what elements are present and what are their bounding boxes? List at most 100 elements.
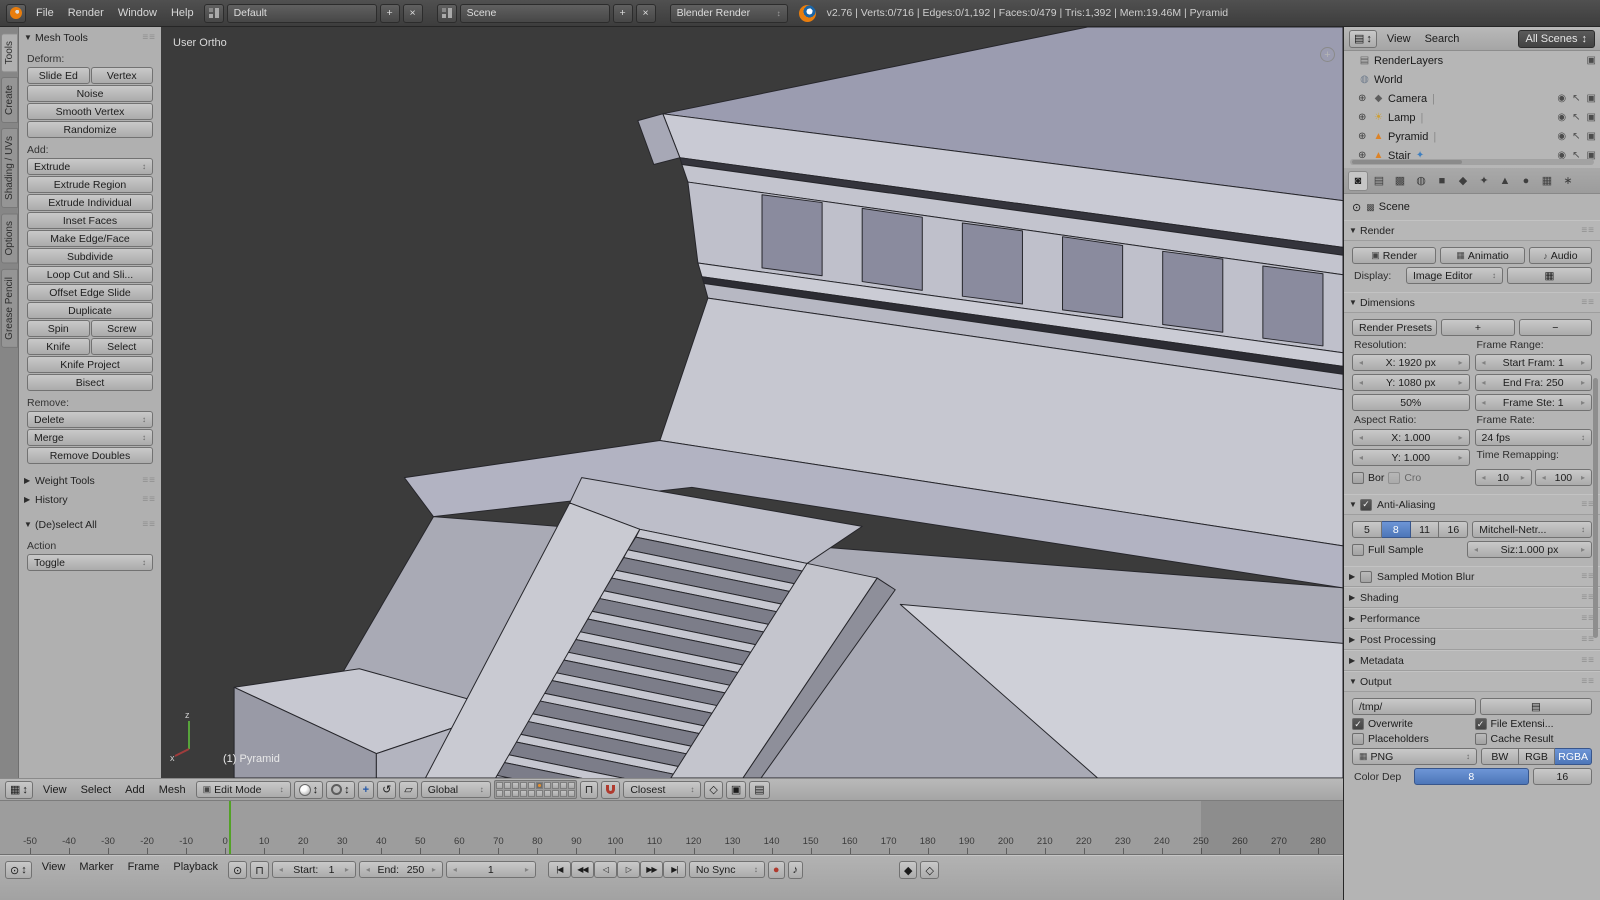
aa-size-field[interactable]: Siz:1.000 px	[1467, 541, 1592, 558]
outliner-menu-item[interactable]: View	[1380, 33, 1418, 45]
pin-icon[interactable]: ⊙	[1352, 201, 1361, 214]
render-button[interactable]: ▣ Render	[1352, 247, 1436, 264]
timeline-menu-item[interactable]: View	[35, 861, 73, 873]
add-scene-button[interactable]: +	[613, 4, 633, 23]
viewport-menu-item[interactable]: Select	[74, 784, 119, 796]
add-screen-layout-button[interactable]: +	[380, 4, 400, 23]
deselect-all-panel-header[interactable]: ▼ (De)select All ≡≡	[19, 515, 161, 534]
weight-tools-panel-header[interactable]: ▶ Weight Tools ≡≡	[19, 471, 161, 490]
render-animation-button[interactable]: ▦ Animatio	[1440, 247, 1524, 264]
topbar-menu-item[interactable]: Window	[111, 7, 164, 19]
playback-button[interactable]: ◁	[594, 861, 617, 878]
snap-element-select[interactable]: Closest ↕	[623, 781, 701, 798]
tab-render-layers[interactable]: ▤	[1369, 171, 1389, 191]
topbar-menu-item[interactable]: File	[29, 7, 61, 19]
file-format-select[interactable]: ▦ PNG ↕	[1352, 748, 1477, 765]
panel-grip-icon[interactable]: ≡≡	[1581, 225, 1595, 236]
outliner-display-filter[interactable]: All Scenes ↕	[1518, 30, 1595, 48]
scene-field[interactable]: Scene	[460, 4, 610, 23]
remove-doubles-button[interactable]: Remove Doubles	[27, 447, 153, 464]
outliner-menu-item[interactable]: Search	[1418, 33, 1467, 45]
panel-grip-icon[interactable]: ≡≡	[1581, 297, 1595, 308]
timeline-ruler[interactable]: -50-40-30-20-100102030405060708090100110…	[0, 801, 1343, 855]
action-select[interactable]: Toggle ↕	[27, 554, 153, 571]
aa-samples-5-button[interactable]: 5	[1352, 521, 1382, 538]
outliner-row-lamp[interactable]: ⊕ ☀ Lamp| ◉ ↖ ▣	[1344, 108, 1600, 127]
color-mode-rgba-button[interactable]: RGBA	[1555, 748, 1592, 765]
selectable-icon[interactable]: ↖	[1572, 112, 1580, 123]
add-tool-button[interactable]: Duplicate	[27, 302, 153, 319]
deform-tool-button[interactable]: Randomize	[27, 121, 153, 138]
resolution-y-field[interactable]: Y: 1080 px	[1352, 374, 1470, 391]
info-editor-type-button[interactable]	[6, 4, 26, 23]
screen-layout-browse-button[interactable]	[204, 4, 224, 23]
delete-keyframe-button[interactable]: ◇	[920, 861, 938, 879]
outliner-row-renderlayers[interactable]: ▤ RenderLayers ▣	[1344, 51, 1600, 70]
eye-icon[interactable]: ◉	[1557, 112, 1566, 123]
panel-grip-icon[interactable]: ≡≡	[142, 475, 156, 486]
render-engine-select[interactable]: Blender Render ↕	[670, 4, 788, 23]
tab-object-data[interactable]: ▲	[1495, 171, 1515, 191]
render-toggle-icon[interactable]: ▣	[1587, 55, 1596, 66]
collapsed-panel-header[interactable]: ▶ Post Processing ≡≡	[1344, 629, 1600, 650]
motion-blur-panel-header[interactable]: ▶ Sampled Motion Blur ≡≡	[1344, 566, 1600, 587]
tab-texture[interactable]: ▦	[1537, 171, 1557, 191]
remap-new-field[interactable]: 100	[1535, 469, 1592, 486]
manipulator-translate-button[interactable]: +	[358, 781, 374, 799]
render-presets-select[interactable]: Render Presets ↕	[1352, 319, 1437, 336]
frame-step-field[interactable]: Frame Ste: 1	[1475, 394, 1593, 411]
pyramid-model[interactable]	[161, 27, 1343, 778]
browse-folder-button[interactable]: ▤	[1480, 698, 1592, 715]
timeline-editor-type-button[interactable]: ⊙ ↕	[5, 861, 32, 879]
expand-icon[interactable]: ⊕	[1358, 131, 1369, 142]
expand-icon[interactable]: ⊕	[1358, 93, 1369, 104]
viewport-menu-item[interactable]: Add	[118, 784, 152, 796]
toolshelf-tab[interactable]: Shading / UVs	[1, 128, 18, 208]
output-path-field[interactable]: /tmp/	[1352, 698, 1476, 715]
add-tool-button[interactable]: Knife Project	[27, 356, 153, 373]
viewport-editor-type-button[interactable]: ▦ ↕	[5, 781, 33, 799]
deform-tool-button[interactable]: Smooth Vertex	[27, 103, 153, 120]
aspect-y-field[interactable]: Y: 1.000	[1352, 449, 1470, 466]
snap-target-button[interactable]: ◇	[704, 781, 722, 799]
aa-samples-11-button[interactable]: 11	[1411, 521, 1440, 538]
toolshelf-tab[interactable]: Tools	[1, 33, 18, 72]
tab-render[interactable]: ◙	[1348, 171, 1368, 191]
aspect-x-field[interactable]: X: 1.000	[1352, 429, 1470, 446]
spin-button[interactable]: Spin	[27, 320, 90, 337]
tab-particles[interactable]: ∗	[1558, 171, 1578, 191]
playback-button[interactable]: |◀	[548, 861, 571, 878]
panel-grip-icon[interactable]: ≡≡	[142, 494, 156, 505]
render-toggle-icon[interactable]: ▣	[1587, 93, 1596, 104]
toolshelf-tab[interactable]: Grease Pencil	[1, 269, 18, 348]
collapsed-panel-header[interactable]: ▶ Shading ≡≡	[1344, 587, 1600, 608]
toolshelf-tab[interactable]: Options	[1, 213, 18, 263]
playback-button[interactable]: ▶|	[663, 861, 686, 878]
placeholders-checkbox[interactable]	[1352, 733, 1364, 745]
outliner-row-world[interactable]: ◍ World	[1344, 70, 1600, 89]
expand-icon[interactable]: ⊕	[1358, 112, 1369, 123]
remove-preset-button[interactable]: −	[1519, 319, 1592, 336]
aa-samples-8-button[interactable]: 8	[1382, 521, 1411, 538]
manipulator-scale-button[interactable]: ▱	[399, 781, 417, 799]
frame-start-field[interactable]: Start: 1	[272, 861, 356, 878]
anti-aliasing-panel-header[interactable]: ▼ Anti-Aliasing ≡≡	[1344, 494, 1600, 515]
add-preset-button[interactable]: +	[1441, 319, 1514, 336]
audio-scrub-toggle[interactable]: ♪	[788, 861, 804, 879]
lock-to-scene-button[interactable]: ⊓	[580, 781, 599, 799]
output-panel-header[interactable]: ▼ Output ≡≡	[1344, 671, 1600, 692]
outliner-row-camera[interactable]: ⊕ ◆ Camera| ◉ ↖ ▣	[1344, 89, 1600, 108]
color-mode-rgb-button[interactable]: RGB	[1519, 748, 1556, 765]
collapsed-panel-header[interactable]: ▶ Metadata ≡≡	[1344, 650, 1600, 671]
dimensions-panel-header[interactable]: ▼ Dimensions ≡≡	[1344, 292, 1600, 313]
transform-orientation-select[interactable]: Global ↕	[421, 781, 491, 798]
tab-object[interactable]: ■	[1432, 171, 1452, 191]
tab-material[interactable]: ●	[1516, 171, 1536, 191]
frame-start-field[interactable]: Start Fram: 1	[1475, 354, 1593, 371]
full-sample-checkbox[interactable]	[1352, 544, 1364, 556]
display-image-icon-button[interactable]: ▦	[1507, 267, 1592, 284]
aa-samples-16-button[interactable]: 16	[1439, 521, 1468, 538]
merge-menu-button[interactable]: Merge ↕	[27, 429, 153, 446]
selectable-icon[interactable]: ↖	[1572, 93, 1580, 104]
sync-mode-select[interactable]: No Sync ↕	[689, 861, 765, 878]
